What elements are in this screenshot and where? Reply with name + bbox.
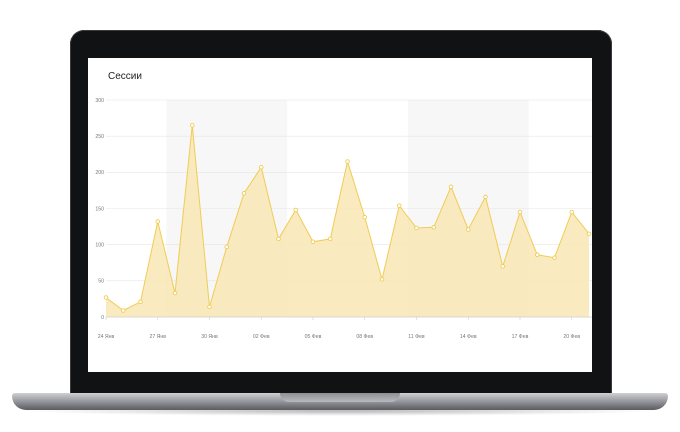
data-point-8 [241, 191, 247, 196]
data-point-17 [397, 203, 402, 208]
data-point-19 [431, 225, 437, 230]
x-tick-label-9: 20 Фев [563, 334, 580, 340]
x-tick-label-6: 11 Фев [408, 334, 425, 340]
x-tick-label-1: 27 Янв [149, 334, 166, 340]
data-point-25 [535, 252, 540, 258]
y-tick-label-150: 150 [95, 206, 104, 212]
x-tick-label-4: 05 Фев [305, 334, 322, 340]
data-point-2 [138, 299, 143, 305]
data-point-3 [155, 219, 160, 224]
y-tick-label-0: 0 [101, 315, 104, 321]
x-tick-label-5: 08 Фев [356, 334, 373, 340]
x-tick-label-7: 14 Фев [460, 334, 477, 340]
data-point-1 [121, 308, 126, 313]
data-point-18 [414, 225, 419, 231]
data-point-7 [224, 244, 229, 250]
x-tick-label-2: 30 Янв [201, 334, 218, 340]
data-point-26 [552, 255, 557, 260]
data-point-27 [569, 209, 575, 215]
data-point-20 [448, 184, 454, 190]
data-point-11 [293, 207, 298, 213]
data-point-4 [172, 290, 178, 296]
y-tick-label-100: 100 [95, 242, 104, 248]
laptop-screen: Сессии 0 50 100 150 200 250 300 24 Янв 27 Янв 30 … [88, 58, 592, 372]
data-point-9 [258, 165, 264, 170]
x-tick-label-3: 02 Фев [253, 334, 270, 340]
x-tick-label-0: 24 Янв [98, 334, 115, 340]
sessions-chart: 0 50 100 150 200 250 300 24 Янв 27 Янв 30 Янв 02 Ф… [95, 98, 592, 340]
data-point-14 [345, 159, 350, 164]
y-tick-label-250: 250 [95, 134, 104, 140]
data-point-5 [189, 123, 195, 128]
data-point-12 [310, 239, 316, 245]
data-point-28 [586, 231, 592, 237]
data-point-22 [483, 194, 488, 200]
data-point-24 [517, 209, 523, 215]
data-point-0 [103, 295, 109, 300]
data-point-13 [327, 236, 333, 242]
y-tick-label-300: 300 [95, 98, 104, 104]
y-tick-label-200: 200 [95, 170, 104, 176]
x-tick-label-8: 17 Фев [512, 334, 529, 340]
data-point-6 [207, 304, 212, 310]
data-point-23 [500, 264, 506, 269]
data-point-21 [466, 227, 471, 232]
data-point-16 [379, 277, 385, 282]
y-tick-label-50: 50 [98, 279, 104, 285]
laptop-notch [280, 393, 400, 402]
data-point-10 [276, 236, 281, 242]
data-point-15 [362, 214, 368, 220]
